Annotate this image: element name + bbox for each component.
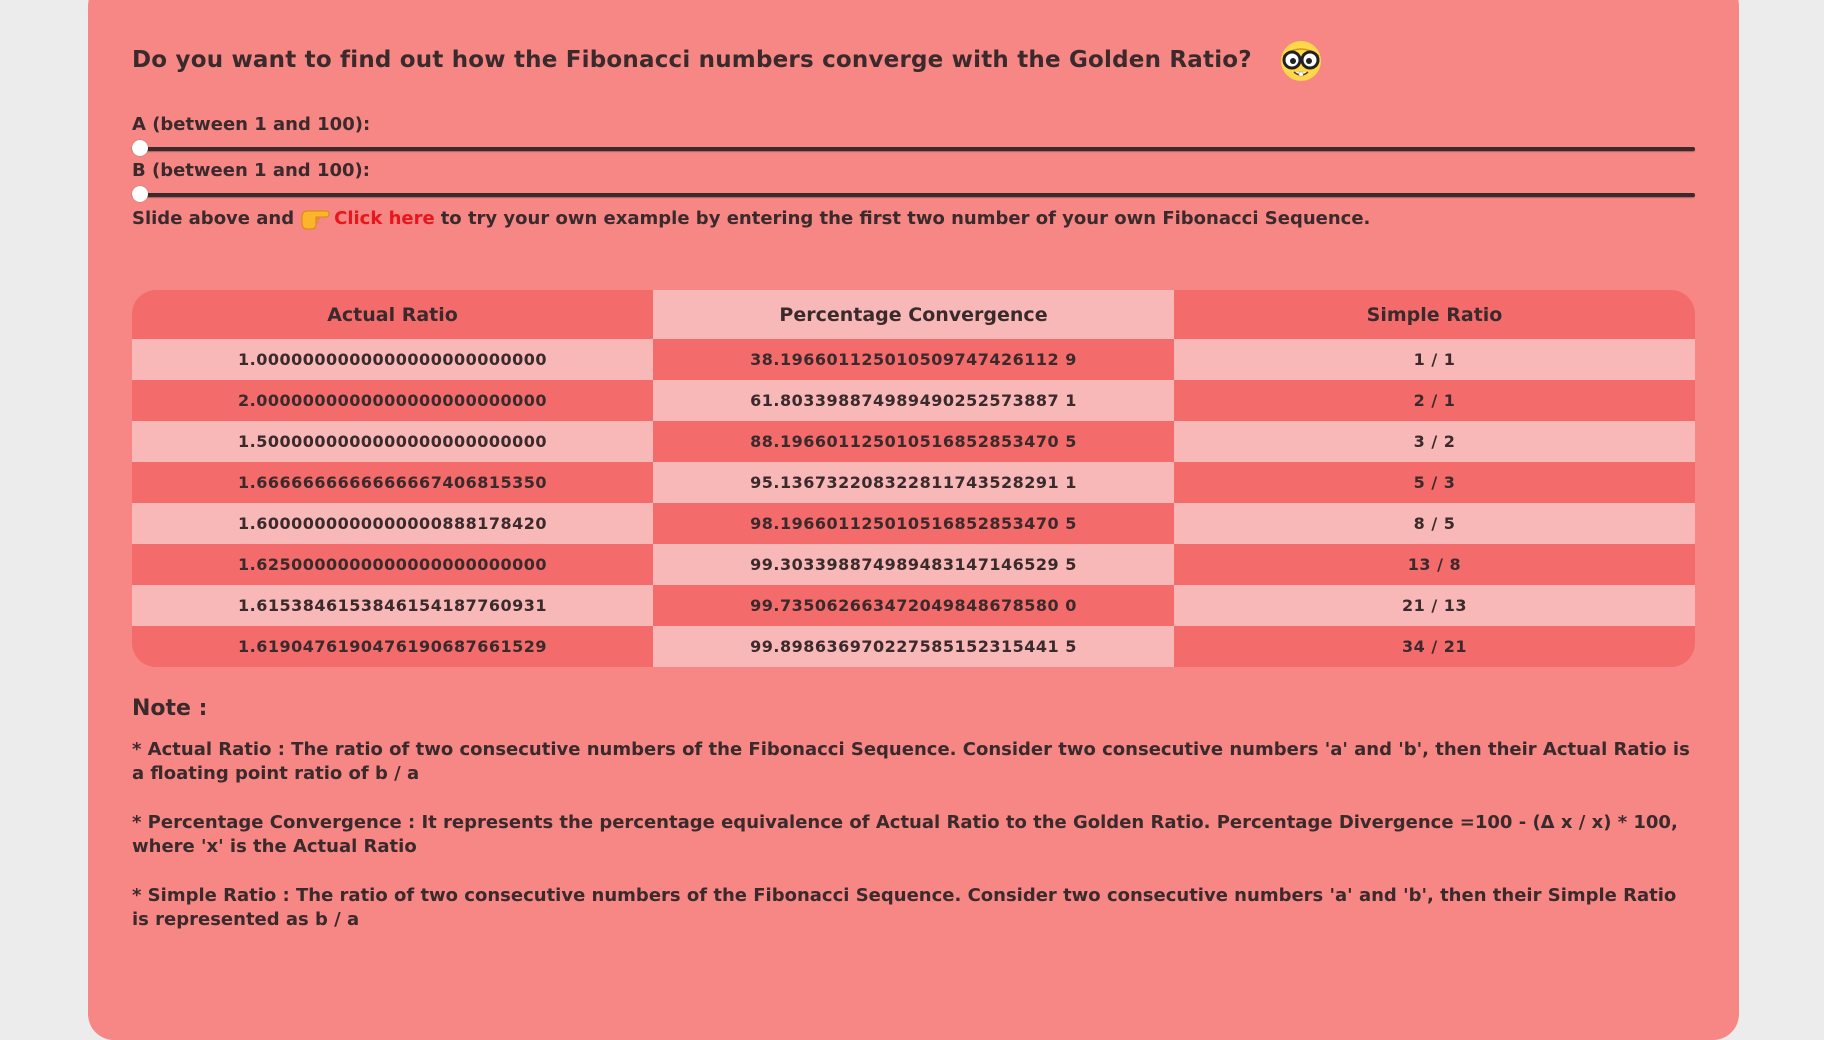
cell-percentage-convergence: 99.303398874989483147146529 5 bbox=[653, 544, 1174, 585]
table-header-row: Actual Ratio Percentage Convergence Simp… bbox=[132, 290, 1695, 339]
cell-simple-ratio: 5 / 3 bbox=[1174, 462, 1695, 503]
note-actual-ratio: * Actual Ratio : The ratio of two consec… bbox=[132, 739, 1690, 784]
click-here-link[interactable]: Click here bbox=[334, 208, 435, 229]
note-simple-ratio: * Simple Ratio : The ratio of two consec… bbox=[132, 885, 1677, 930]
note-title: Note : bbox=[132, 696, 208, 721]
instruction-line: Slide above and Click here to try your o… bbox=[132, 205, 1370, 231]
cell-actual-ratio: 2.0000000000000000000000000 bbox=[132, 380, 653, 421]
cell-simple-ratio: 3 / 2 bbox=[1174, 421, 1695, 462]
cell-percentage-convergence: 99.898636970227585152315441 5 bbox=[653, 626, 1174, 667]
table-row: 1.5000000000000000000000000 88.1966011250… bbox=[132, 421, 1695, 462]
slider-a[interactable] bbox=[132, 140, 1695, 156]
cell-actual-ratio: 1.5000000000000000000000000 bbox=[132, 421, 653, 462]
pointing-hand-icon bbox=[300, 205, 330, 231]
heading-row: Do you want to find out how the Fibonacc… bbox=[132, 36, 1328, 84]
note-percentage-convergence: * Percentage Convergence : It represents… bbox=[132, 812, 1678, 857]
table-row: 1.6250000000000000000000000 99.3033988749… bbox=[132, 544, 1695, 585]
instruction-prefix: Slide above and bbox=[132, 207, 295, 229]
header-simple-ratio: Simple Ratio bbox=[1174, 290, 1695, 339]
cell-actual-ratio: 1.6666666666666667406815350 bbox=[132, 462, 653, 503]
table-row: 1.0000000000000000000000000 38.1966011250… bbox=[132, 339, 1695, 380]
header-actual-ratio: Actual Ratio bbox=[132, 290, 653, 339]
cell-actual-ratio: 1.6000000000000000888178420 bbox=[132, 503, 653, 544]
cell-simple-ratio: 2 / 1 bbox=[1174, 380, 1695, 421]
cell-simple-ratio: 8 / 5 bbox=[1174, 503, 1695, 544]
cell-actual-ratio: 1.0000000000000000000000000 bbox=[132, 339, 653, 380]
slider-a-label: A (between 1 and 100): bbox=[132, 114, 371, 135]
cell-actual-ratio: 1.6153846153846154187760931 bbox=[132, 585, 653, 626]
cell-percentage-convergence: 98.196601125010516852853470 5 bbox=[653, 503, 1174, 544]
cell-percentage-convergence: 38.196601125010509747426112 9 bbox=[653, 339, 1174, 380]
cell-simple-ratio: 1 / 1 bbox=[1174, 339, 1695, 380]
cell-percentage-convergence: 99.735062663472049848678580 0 bbox=[653, 585, 1174, 626]
slider-a-thumb[interactable] bbox=[132, 140, 148, 156]
cell-percentage-convergence: 88.196601125010516852853470 5 bbox=[653, 421, 1174, 462]
convergence-table: Actual Ratio Percentage Convergence Simp… bbox=[132, 290, 1695, 667]
nerd-face-icon bbox=[1274, 36, 1328, 84]
slider-b[interactable] bbox=[132, 186, 1695, 202]
table-row: 1.6000000000000000888178420 98.1966011250… bbox=[132, 503, 1695, 544]
table-row: 1.6153846153846154187760931 99.7350626634… bbox=[132, 585, 1695, 626]
cell-simple-ratio: 13 / 8 bbox=[1174, 544, 1695, 585]
table-row: 2.0000000000000000000000000 61.8033988749… bbox=[132, 380, 1695, 421]
page-heading: Do you want to find out how the Fibonacc… bbox=[132, 47, 1252, 73]
slider-b-label: B (between 1 and 100): bbox=[132, 160, 370, 181]
slider-a-track[interactable] bbox=[132, 147, 1695, 151]
slider-b-track[interactable] bbox=[132, 193, 1695, 197]
cell-actual-ratio: 1.6190476190476190687661529 bbox=[132, 626, 653, 667]
cell-percentage-convergence: 95.136732208322811743528291 1 bbox=[653, 462, 1174, 503]
table-body: 1.0000000000000000000000000 38.1966011250… bbox=[132, 339, 1695, 667]
cell-simple-ratio: 34 / 21 bbox=[1174, 626, 1695, 667]
table-row: 1.6190476190476190687661529 99.8986369702… bbox=[132, 626, 1695, 667]
slider-b-thumb[interactable] bbox=[132, 186, 148, 202]
cell-percentage-convergence: 61.803398874989490252573887 1 bbox=[653, 380, 1174, 421]
table-row: 1.6666666666666667406815350 95.1367322083… bbox=[132, 462, 1695, 503]
instruction-suffix: to try your own example by entering the … bbox=[440, 207, 1371, 229]
cell-actual-ratio: 1.6250000000000000000000000 bbox=[132, 544, 653, 585]
cell-simple-ratio: 21 / 13 bbox=[1174, 585, 1695, 626]
header-percentage-convergence: Percentage Convergence bbox=[653, 290, 1174, 339]
